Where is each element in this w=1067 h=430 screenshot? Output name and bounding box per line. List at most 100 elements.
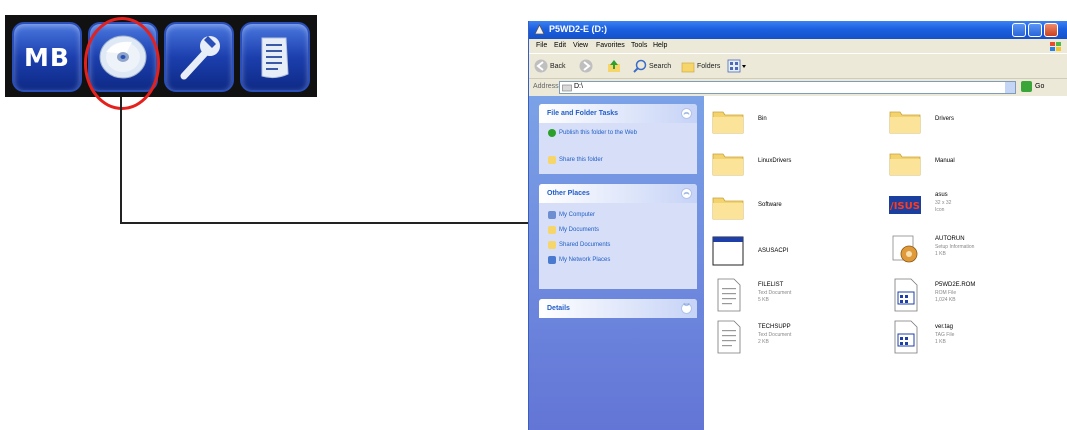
docs-button[interactable] bbox=[240, 22, 310, 92]
mb-label: MB bbox=[24, 42, 70, 72]
file-subtitle: TAG File bbox=[935, 332, 955, 338]
utility-toolbar: MB bbox=[5, 15, 317, 110]
file-name: Software bbox=[758, 202, 782, 208]
file-subtitle: 2 KB bbox=[758, 339, 769, 345]
mb-button[interactable]: MB bbox=[12, 22, 82, 92]
panel-title: Details bbox=[547, 305, 570, 312]
place-label: Shared Documents bbox=[559, 242, 611, 248]
window-title: P5WD2-E (D:) bbox=[549, 24, 607, 34]
tools-button[interactable] bbox=[164, 22, 234, 92]
panel-header[interactable]: Details ︾ bbox=[539, 299, 697, 318]
views-icon[interactable] bbox=[727, 59, 747, 73]
file-name: FILELIST bbox=[758, 282, 784, 288]
file-name: P5WD2E.ROM bbox=[935, 282, 976, 288]
menu-favorites[interactable]: Favorites bbox=[596, 42, 625, 49]
place-label: My Network Places bbox=[559, 257, 611, 263]
file-subtitle: Icon bbox=[935, 207, 945, 213]
address-label: Address bbox=[533, 83, 559, 90]
file-subtitle: 1 KB bbox=[935, 251, 946, 257]
file-item[interactable]: Drivers bbox=[889, 102, 1059, 142]
place-label: My Computer bbox=[559, 212, 596, 218]
folder-icon bbox=[889, 111, 921, 134]
details-panel: Details ︾ bbox=[539, 299, 697, 318]
title-bar[interactable]: P5WD2-E (D:) bbox=[529, 21, 1067, 39]
asus-logo-icon: /ISUS bbox=[889, 196, 921, 214]
collapse-chevron-icon[interactable]: ︽ bbox=[681, 108, 692, 119]
collapse-chevron-icon[interactable]: ︽ bbox=[681, 188, 692, 199]
standard-toolbar: Back Search Folders bbox=[529, 53, 1067, 78]
menu-help[interactable]: Help bbox=[653, 42, 667, 49]
application-window-icon bbox=[712, 236, 744, 266]
folder-icon bbox=[712, 111, 744, 134]
panel-header[interactable]: Other Places ︽ bbox=[539, 184, 697, 203]
go-label[interactable]: Go bbox=[1035, 83, 1044, 90]
file-subtitle: ROM File bbox=[935, 290, 957, 296]
search-icon[interactable] bbox=[633, 59, 647, 73]
file-name: AUTORUN bbox=[935, 236, 965, 242]
close-button[interactable] bbox=[1044, 23, 1058, 37]
expand-chevron-icon[interactable]: ︾ bbox=[681, 303, 692, 314]
search-label[interactable]: Search bbox=[649, 63, 671, 70]
text-document-icon bbox=[717, 320, 741, 354]
menu-edit[interactable]: Edit bbox=[554, 42, 566, 49]
other-places-panel: Other Places ︽ My Computer My Documents … bbox=[539, 184, 697, 289]
panel-title: File and Folder Tasks bbox=[547, 110, 619, 117]
file-item[interactable]: ver.tag TAG File 1 KB bbox=[889, 320, 1059, 360]
back-arrow-icon[interactable] bbox=[534, 59, 548, 73]
menu-file[interactable]: File bbox=[536, 42, 547, 49]
file-name: Drivers bbox=[935, 116, 954, 122]
file-item[interactable]: Software bbox=[712, 188, 872, 228]
documents-folder-icon bbox=[548, 226, 556, 234]
folders-label[interactable]: Folders bbox=[697, 63, 720, 70]
file-name: asus bbox=[935, 192, 948, 198]
panel-header[interactable]: File and Folder Tasks ︽ bbox=[539, 104, 697, 123]
drive-icon bbox=[534, 24, 545, 35]
file-name: LinuxDrivers bbox=[758, 158, 792, 164]
file-item[interactable]: Bin bbox=[712, 102, 872, 142]
document-icon bbox=[261, 37, 289, 79]
file-item[interactable]: TECHSUPP Text Document 2 KB bbox=[712, 320, 872, 360]
file-item[interactable]: Manual bbox=[889, 144, 1059, 184]
panel-title: Other Places bbox=[547, 190, 590, 197]
file-item[interactable]: LinuxDrivers bbox=[712, 144, 872, 184]
setup-info-icon bbox=[892, 235, 918, 263]
file-item[interactable]: FILELIST Text Document 5 KB bbox=[712, 278, 872, 318]
folder-icon bbox=[889, 153, 921, 176]
wrench-icon bbox=[180, 36, 220, 80]
share-folder-icon bbox=[548, 156, 556, 164]
folder-icon bbox=[712, 153, 744, 176]
drive-icon bbox=[562, 84, 572, 92]
file-item[interactable]: /ISUS asus 32 x 32 Icon bbox=[889, 188, 1059, 228]
file-subtitle: 32 x 32 bbox=[935, 200, 952, 206]
explorer-window: P5WD2-E (D:) File Edit View Favorites To… bbox=[528, 21, 1067, 430]
maximize-button[interactable] bbox=[1028, 23, 1042, 37]
up-folder-icon[interactable] bbox=[607, 59, 621, 73]
folder-icon bbox=[712, 197, 744, 220]
file-subtitle: Text Document bbox=[758, 290, 792, 296]
globe-icon bbox=[548, 129, 556, 137]
windows-logo-icon bbox=[1050, 42, 1061, 51]
minimize-button[interactable] bbox=[1012, 23, 1026, 37]
menu-bar: File Edit View Favorites Tools Help bbox=[529, 39, 1067, 53]
file-name: ver.tag bbox=[935, 324, 954, 330]
forward-arrow-icon[interactable] bbox=[579, 59, 593, 73]
folders-icon[interactable] bbox=[681, 59, 695, 73]
back-label[interactable]: Back bbox=[550, 63, 566, 70]
menu-view[interactable]: View bbox=[573, 42, 588, 49]
file-subtitle: 1,024 KB bbox=[935, 297, 956, 303]
highlight-circle bbox=[84, 17, 160, 110]
file-subtitle: Setup Information bbox=[935, 244, 975, 250]
go-arrow-icon[interactable] bbox=[1021, 81, 1032, 92]
address-input[interactable]: D:\ bbox=[559, 81, 1016, 94]
address-dropdown-button[interactable] bbox=[1005, 82, 1015, 93]
file-item[interactable]: P5WD2E.ROM ROM File 1,024 KB bbox=[889, 278, 1059, 318]
computer-icon bbox=[548, 211, 556, 219]
file-item[interactable]: ASUSACPI bbox=[712, 234, 872, 274]
place-label: My Documents bbox=[559, 227, 600, 233]
address-value: D:\ bbox=[574, 83, 583, 90]
file-item[interactable]: AUTORUN Setup Information 1 KB bbox=[889, 232, 1059, 272]
connector-horizontal bbox=[120, 222, 528, 224]
menu-tools[interactable]: Tools bbox=[631, 42, 647, 49]
shared-folder-icon bbox=[548, 241, 556, 249]
text-document-icon bbox=[717, 278, 741, 312]
